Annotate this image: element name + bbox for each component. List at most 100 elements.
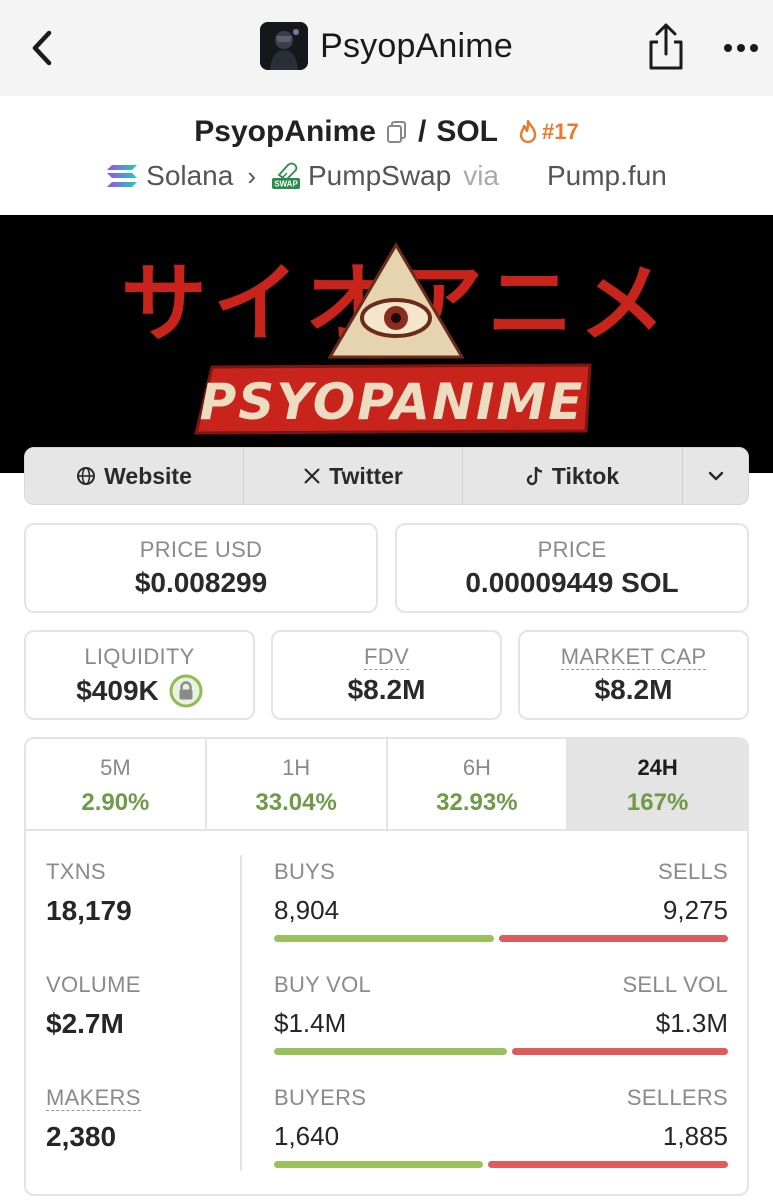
share-button[interactable]	[644, 22, 688, 72]
sell-bar-fill	[512, 1048, 728, 1055]
stats-summary: TXNS 18,179 VOLUME $2.7M MAKERS 2,380	[46, 859, 226, 1194]
lock-icon[interactable]	[169, 674, 203, 708]
liquidity-card: LIQUIDITY $409K	[24, 630, 255, 720]
buy-bar-fill	[274, 935, 494, 942]
price-usd-card: PRICE USD $0.008299	[24, 523, 378, 613]
via-label: via	[463, 160, 499, 191]
tiktok-icon	[526, 466, 542, 486]
rank-value: #17	[542, 119, 579, 144]
liquidity-value-row: $409K	[26, 674, 253, 708]
solana-logo-icon	[107, 165, 138, 187]
dot-icon	[750, 44, 758, 52]
price-native-label: PRICE	[537, 537, 607, 562]
buyers-sellers-ratio: BUYERS SELLERS 1,640 1,885	[274, 1085, 728, 1194]
buyers-value: 1,640	[274, 1121, 340, 1151]
market-cap-value: $8.2M	[594, 674, 673, 705]
twitter-label: Twitter	[329, 462, 403, 489]
liquidity-value: $409K	[76, 675, 159, 706]
market-cap-card[interactable]: MARKET CAP $8.2M	[518, 630, 749, 720]
sell-vol-label: SELL VOL	[622, 972, 728, 997]
buys-value: 8,904	[274, 895, 340, 925]
stats-panel: 5M 2.90% 1H 33.04% 6H 32.93% 24H 167% TX…	[24, 737, 749, 1196]
makers-stat[interactable]: MAKERS 2,380	[46, 1085, 226, 1194]
sell-vol-value: $1.3M	[655, 1008, 728, 1038]
trending-rank-badge[interactable]: #17	[518, 119, 579, 145]
buyers-sellers-bar	[274, 1161, 728, 1168]
pair-quote-name: SOL	[436, 115, 498, 148]
price-usd-value: $0.008299	[134, 567, 268, 598]
tiktok-label: Tiktok	[551, 462, 620, 489]
dot-icon	[724, 44, 732, 52]
pair-separator: /	[417, 115, 427, 148]
sell-bar-fill	[488, 1161, 728, 1168]
tab-6h[interactable]: 6H 32.93%	[388, 739, 569, 829]
copy-icon[interactable]	[386, 120, 408, 144]
tab-change: 32.93%	[436, 789, 518, 816]
tab-24h[interactable]: 24H 167%	[568, 739, 747, 829]
flame-icon	[519, 120, 537, 144]
tab-label: 6H	[462, 755, 491, 780]
tab-1h[interactable]: 1H 33.04%	[207, 739, 388, 829]
token-avatar	[260, 22, 309, 70]
tab-change: 167%	[626, 789, 689, 816]
makers-label-text: MAKERS	[46, 1085, 141, 1111]
tab-label: 5M	[100, 755, 131, 780]
social-links-bar: Website Twitter Tiktok	[24, 447, 749, 505]
buyers-label: BUYERS	[274, 1085, 367, 1110]
market-cap-label-text: MARKET CAP	[560, 644, 707, 670]
pumpswap-logo-icon: SWAP	[272, 162, 300, 189]
dot-icon	[737, 44, 745, 52]
chevron-right-icon: ›	[247, 160, 256, 191]
x-logo-icon	[304, 468, 320, 484]
price-native-value: 0.00009449 SOL	[465, 567, 679, 598]
tab-label: 1H	[282, 755, 311, 780]
fdv-card[interactable]: FDV $8.2M	[271, 630, 502, 720]
buys-sells-ratio: BUYS SELLS 8,904 9,275	[274, 859, 728, 972]
price-usd-label: PRICE USD	[139, 537, 263, 562]
price-native-card: PRICE 0.00009449 SOL	[395, 523, 749, 613]
token-banner-image: サイオアニメ PSYOPANIME	[0, 215, 773, 473]
buy-sell-volume-bar	[274, 1048, 728, 1055]
buy-vol-label: BUY VOL	[274, 972, 372, 997]
buy-sell-volume-ratio: BUY VOL SELL VOL $1.4M $1.3M	[274, 972, 728, 1085]
buy-bar-fill	[274, 1161, 483, 1168]
buys-sells-bar	[274, 935, 728, 942]
tab-label: 24H	[637, 755, 678, 780]
buy-bar-fill	[274, 1048, 507, 1055]
globe-icon	[77, 467, 96, 485]
banner-logo-text: PSYOPANIME	[200, 373, 585, 431]
chain-network-link[interactable]: Solana	[146, 160, 233, 192]
top-nav-bar: PsyopAnime	[0, 0, 773, 96]
liquidity-label: LIQUIDITY	[84, 644, 195, 669]
txns-label: TXNS	[46, 859, 106, 884]
dex-link[interactable]: PumpSwap	[308, 160, 451, 192]
fdv-label: FDV	[273, 644, 500, 670]
sellers-value: 1,885	[662, 1121, 728, 1151]
volume-stat: VOLUME $2.7M	[46, 972, 226, 1085]
pair-base-name: PsyopAnime	[194, 115, 376, 148]
volume-label: VOLUME	[46, 972, 141, 997]
sells-label: SELLS	[658, 859, 728, 884]
buy-vol-value: $1.4M	[274, 1008, 347, 1038]
fdv-label-text: FDV	[364, 644, 409, 670]
nav-title: PsyopAnime	[320, 26, 513, 65]
fdv-value: $8.2M	[347, 674, 426, 705]
chevron-down-icon	[708, 471, 723, 481]
tab-5m[interactable]: 5M 2.90%	[26, 739, 207, 829]
more-links-button[interactable]	[683, 448, 748, 504]
makers-label: MAKERS	[46, 1085, 226, 1111]
buys-label: BUYS	[274, 859, 336, 884]
website-link[interactable]: Website	[25, 448, 244, 504]
sellers-label: SELLERS	[626, 1085, 728, 1110]
pair-header: PsyopAnime / SOL #17	[0, 112, 773, 152]
launchpad-link[interactable]: Pump.fun	[547, 160, 667, 192]
txns-stat: TXNS 18,179	[46, 859, 226, 972]
swap-badge-text: SWAP	[274, 180, 298, 189]
tiktok-link[interactable]: Tiktok	[463, 448, 683, 504]
twitter-link[interactable]: Twitter	[244, 448, 463, 504]
banner-logo-plate: PSYOPANIME	[194, 363, 592, 435]
makers-value: 2,380	[46, 1121, 117, 1152]
more-options-button[interactable]	[718, 30, 764, 66]
stats-divider	[240, 855, 242, 1171]
tab-change: 2.90%	[81, 789, 150, 816]
